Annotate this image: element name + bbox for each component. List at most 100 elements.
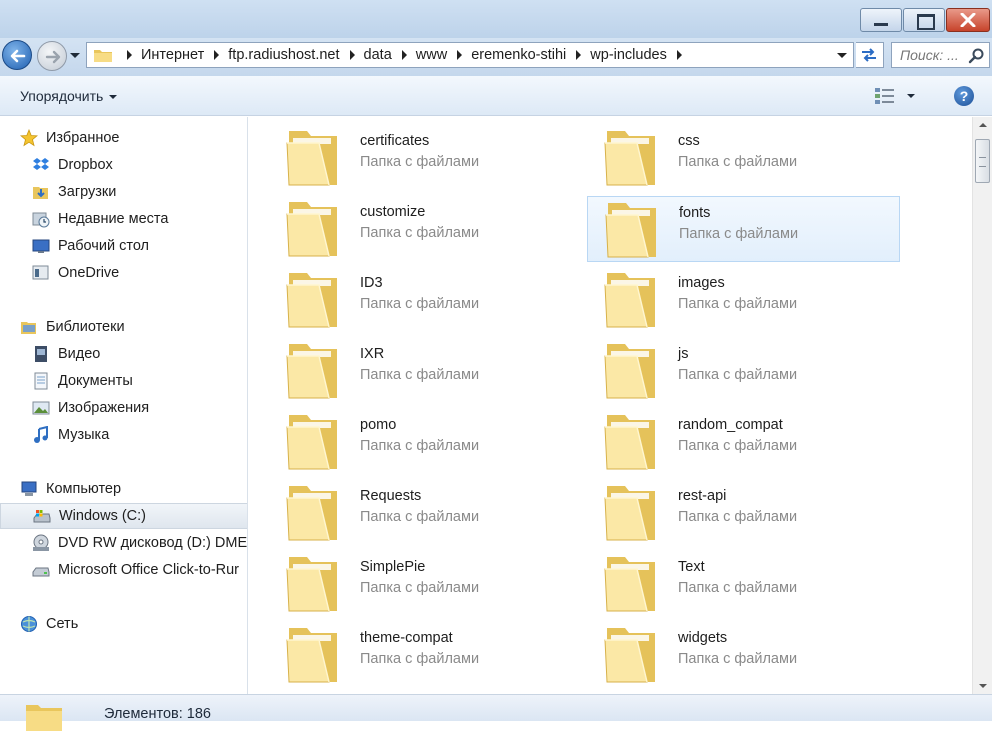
folder-icon xyxy=(283,340,343,407)
folder-type: Папка с файлами xyxy=(360,580,480,596)
folder-type: Папка с файлами xyxy=(678,154,798,170)
view-options-dropdown-icon[interactable] xyxy=(907,94,915,98)
folder-item[interactable]: js Папка с файлами xyxy=(587,338,900,404)
title-bar xyxy=(0,0,992,40)
folder-type: Папка с файлами xyxy=(679,226,799,242)
folder-item[interactable]: Text Папка с файлами xyxy=(587,551,900,617)
breadcrumb-separator[interactable] xyxy=(349,50,355,60)
folder-item[interactable]: customize Папка с файлами xyxy=(269,196,582,262)
breadcrumb-separator[interactable] xyxy=(457,50,463,60)
scroll-down-icon[interactable] xyxy=(979,684,987,688)
sidebar-item-music[interactable]: Музыка xyxy=(32,422,109,448)
folder-icon xyxy=(283,624,343,691)
sidebar-item-video[interactable]: Видео xyxy=(32,341,100,367)
refresh-button[interactable] xyxy=(856,42,884,68)
sidebar-item-downloads[interactable]: Загрузки xyxy=(32,179,116,205)
sidebar-item-onedrive[interactable]: OneDrive xyxy=(32,260,119,286)
sidebar-item-documents[interactable]: Документы xyxy=(32,368,133,394)
folder-type: Папка с файлами xyxy=(360,651,480,667)
maximize-icon[interactable] xyxy=(903,8,945,32)
downloads-icon xyxy=(32,183,50,201)
folder-item[interactable]: rest-api Папка с файлами xyxy=(587,480,900,546)
sidebar-item-network[interactable]: Сеть xyxy=(20,611,78,637)
scroll-up-icon[interactable] xyxy=(979,123,987,127)
breadcrumb-internet[interactable]: Интернет xyxy=(141,47,204,63)
close-icon[interactable] xyxy=(946,8,990,32)
command-bar: Упорядочить xyxy=(0,76,992,116)
breadcrumb-site[interactable]: eremenko-stihi xyxy=(471,47,566,63)
sidebar-item-pictures[interactable]: Изображения xyxy=(32,395,149,421)
sidebar-item-libraries[interactable]: Библиотеки xyxy=(20,314,125,340)
breadcrumb-separator[interactable] xyxy=(401,50,407,60)
documents-icon xyxy=(32,372,50,390)
folder-type: Папка с файлами xyxy=(678,509,798,525)
sidebar-item-dvd-drive[interactable]: DVD RW дисковод (D:) DME xyxy=(32,530,247,556)
sidebar-item-office-drive[interactable]: Microsoft Office Click-to-Rur xyxy=(32,557,239,583)
address-bar[interactable]: Интернет ftp.radiushost.net data www ere… xyxy=(86,42,854,68)
folder-item[interactable]: images Папка с файлами xyxy=(587,267,900,333)
sidebar-item-favorites[interactable]: Избранное xyxy=(19,125,119,151)
folder-icon xyxy=(601,482,661,549)
breadcrumb-host[interactable]: ftp.radiushost.net xyxy=(228,47,339,63)
window-controls xyxy=(859,8,990,32)
breadcrumb-data[interactable]: data xyxy=(364,47,392,63)
pictures-icon xyxy=(32,399,50,417)
folder-item[interactable]: ID3 Папка с файлами xyxy=(269,267,582,333)
folder-item[interactable]: fonts Папка с файлами xyxy=(587,196,900,262)
vertical-scrollbar[interactable] xyxy=(972,117,992,694)
folder-item[interactable]: widgets Папка с файлами xyxy=(587,622,900,688)
folder-type: Папка с файлами xyxy=(360,438,480,454)
sidebar-item-label: Windows (C:) xyxy=(59,508,147,524)
folder-item[interactable]: pomo Папка с файлами xyxy=(269,409,582,475)
folder-item[interactable]: Requests Папка с файлами xyxy=(269,480,582,546)
dvd-drive-icon xyxy=(32,534,50,552)
folder-type: Папка с файлами xyxy=(678,296,798,312)
folder-icon xyxy=(283,411,343,478)
folder-name: Requests xyxy=(360,488,422,504)
sidebar-item-computer[interactable]: Компьютер xyxy=(20,476,121,502)
folder-item[interactable]: css Папка с файлами xyxy=(587,125,900,191)
sidebar-item-label: OneDrive xyxy=(58,265,120,281)
back-button[interactable] xyxy=(2,40,32,70)
folder-item[interactable]: random_compat Папка с файлами xyxy=(587,409,900,475)
navigation-pane: Избранное Dropbox Загрузки Недавние мест… xyxy=(0,117,248,694)
folder-type: Папка с файлами xyxy=(360,509,480,525)
address-history-dropdown-icon[interactable] xyxy=(837,53,847,58)
sidebar-item-label: Загрузки xyxy=(58,184,117,200)
folder-item[interactable]: IXR Папка с файлами xyxy=(269,338,582,404)
sidebar-item-label: DVD RW дисковод (D:) DME xyxy=(58,535,248,551)
breadcrumb-separator[interactable] xyxy=(127,50,132,60)
video-icon xyxy=(32,345,50,363)
help-icon[interactable]: ? xyxy=(954,86,974,106)
sidebar-item-windows-c[interactable]: Windows (C:) xyxy=(0,503,247,529)
organize-button[interactable]: Упорядочить xyxy=(20,88,118,104)
sidebar-item-label: Библиотеки xyxy=(46,319,125,335)
search-input[interactable]: Поиск: ... xyxy=(891,42,990,68)
folder-item[interactable]: certificates Папка с файлами xyxy=(269,125,582,191)
recent-pages-dropdown-icon[interactable] xyxy=(70,53,80,58)
forward-button[interactable] xyxy=(37,41,67,71)
sidebar-item-desktop[interactable]: Рабочий стол xyxy=(32,233,149,259)
sidebar-item-recent-places[interactable]: Недавние места xyxy=(32,206,168,232)
sidebar-item-dropbox[interactable]: Dropbox xyxy=(32,152,113,178)
folder-type: Папка с файлами xyxy=(678,580,798,596)
breadcrumb-separator[interactable] xyxy=(214,50,220,60)
folder-type: Папка с файлами xyxy=(360,154,480,170)
folder-name: SimplePie xyxy=(360,559,426,575)
folder-type: Папка с файлами xyxy=(360,225,480,241)
office-drive-icon xyxy=(32,561,50,579)
search-icon[interactable] xyxy=(968,48,984,64)
breadcrumb-separator[interactable] xyxy=(676,50,682,60)
breadcrumb-current[interactable]: wp-includes xyxy=(590,47,667,63)
folder-icon xyxy=(283,127,343,194)
change-view-icon[interactable] xyxy=(874,86,896,106)
scrollbar-thumb[interactable] xyxy=(975,139,990,183)
breadcrumb-separator[interactable] xyxy=(576,50,582,60)
folder-item[interactable]: theme-compat Папка с файлами xyxy=(269,622,582,688)
folder-name: IXR xyxy=(360,346,385,362)
libraries-icon xyxy=(20,318,38,336)
sidebar-item-label: Музыка xyxy=(58,427,110,443)
minimize-icon[interactable] xyxy=(860,8,902,32)
breadcrumb-www[interactable]: www xyxy=(416,47,447,63)
folder-item[interactable]: SimplePie Папка с файлами xyxy=(269,551,582,617)
